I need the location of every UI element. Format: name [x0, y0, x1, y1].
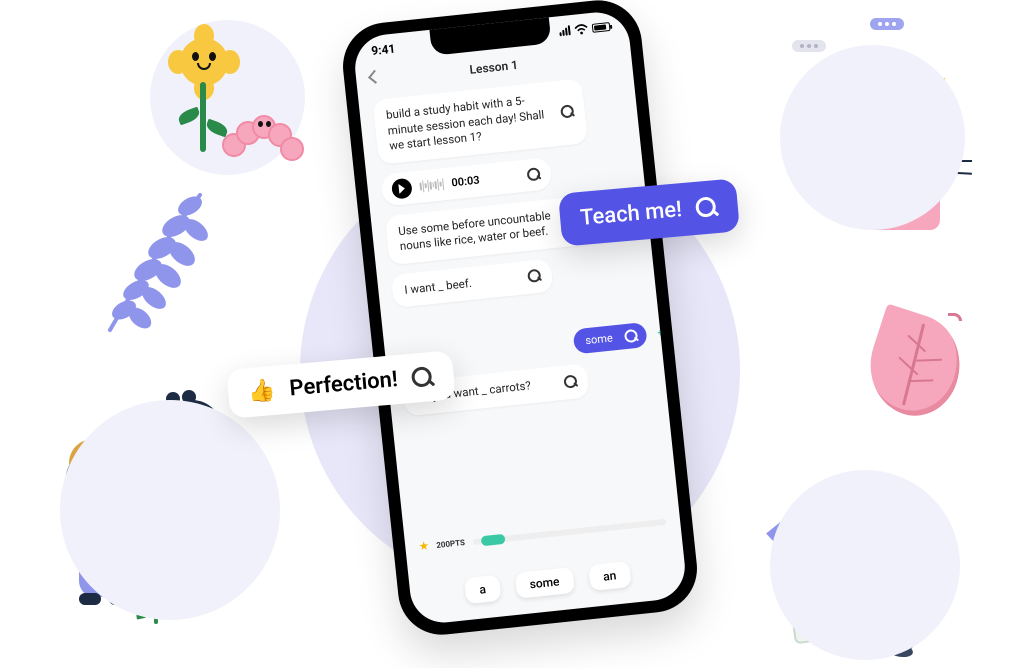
flower-illustration [150, 20, 305, 175]
signpost-illustration [770, 470, 960, 660]
teach-me-text: Teach me! [579, 197, 683, 231]
search-icon[interactable] [624, 328, 639, 343]
signal-icon [559, 25, 571, 36]
lesson-title: Lesson 1 [469, 58, 519, 77]
user-answer-bubble: some [572, 322, 648, 355]
phone-mockup: 9:41 Lesson 1 [339, 0, 702, 639]
people-illustration [60, 400, 280, 620]
speech-bubble-icon [792, 40, 826, 52]
prompt1-bubble: I want _ beef. [391, 258, 554, 308]
wifi-icon [574, 23, 589, 35]
pink-leaf-illustration [870, 315, 960, 415]
intro-message-bubble: build a study habit with a 5-minute sess… [372, 78, 588, 164]
search-icon[interactable] [526, 167, 541, 182]
option-a[interactable]: a [464, 575, 501, 604]
waveform-icon [419, 178, 444, 192]
search-icon[interactable] [527, 269, 542, 284]
prompt1-text: I want _ beef. [404, 275, 473, 296]
search-icon[interactable] [411, 365, 435, 389]
search-icon[interactable] [563, 374, 578, 389]
battery-icon [592, 22, 611, 33]
search-icon[interactable] [695, 196, 719, 220]
user-answer-text: some [585, 332, 614, 348]
audio-message[interactable]: 00:03 [380, 157, 552, 207]
option-some[interactable]: some [514, 567, 574, 599]
chat-area: build a study habit with a 5-minute sess… [358, 67, 679, 537]
speech-bubble-icon [870, 18, 904, 30]
thumbs-up-icon: 👍 [247, 378, 276, 405]
birds-illustration [780, 45, 965, 230]
fern-leaf-illustration [90, 180, 220, 344]
back-chevron-icon[interactable] [368, 70, 382, 84]
phone-screen: 9:41 Lesson 1 [352, 9, 688, 626]
play-icon[interactable] [391, 177, 413, 199]
search-icon[interactable] [560, 104, 575, 119]
option-an[interactable]: an [588, 561, 632, 591]
intro-message-text: build a study habit with a 5-minute sess… [385, 93, 544, 152]
perfection-text: Perfection! [289, 367, 399, 401]
rule-message-text: Use some before uncountable nouns like r… [398, 208, 552, 253]
audio-duration: 00:03 [451, 174, 480, 190]
status-time: 9:41 [371, 42, 396, 58]
